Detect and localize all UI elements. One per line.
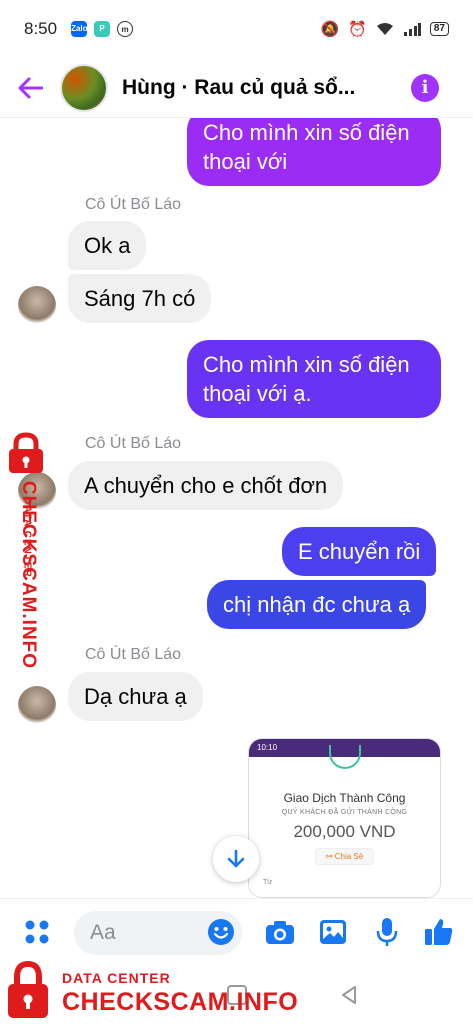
gallery-icon[interactable] (318, 917, 348, 947)
outgoing-message[interactable]: Cho mình xin số điện thoại với ạ. (187, 340, 441, 418)
share-icon: ⚯ (325, 852, 335, 861)
watermark-side-big: CHECKSCAM.INFO (18, 480, 39, 670)
app-icon: P (94, 21, 111, 37)
watermark-side: DATA CENTER CHECKSCAM.INFO (2, 432, 50, 672)
microphone-icon[interactable] (372, 917, 402, 947)
scroll-to-bottom-button[interactable] (213, 836, 259, 882)
battery-icon: 87 (429, 22, 449, 36)
back-triangle-icon[interactable] (338, 984, 360, 1006)
status-icons: 🔕 ⏰ 87 (320, 20, 449, 38)
status-bar: 8:50 Zalo P m 🔕 ⏰ 87 (0, 0, 473, 58)
status-time: 8:50 (24, 19, 58, 38)
conversation-title[interactable]: Hùng · Rau củ quả sổ... (122, 76, 372, 100)
receipt-time: 10:10 (257, 743, 278, 752)
receipt-success-graphic (329, 745, 361, 769)
contact-avatar[interactable] (60, 63, 108, 112)
outgoing-message[interactable]: Cho mình xin số điện thoại với (187, 118, 441, 186)
receipt-share: ⚯ Chia Sẻ (314, 848, 375, 865)
outgoing-message[interactable]: E chuyển rồi (282, 527, 437, 576)
sender-name: Cô Út Bố Láo (85, 435, 182, 452)
watermark-bottom-small: DATA CENTER (62, 970, 171, 986)
menu-dots-icon[interactable] (22, 917, 52, 947)
receipt-title: Giao Dịch Thành Công (283, 791, 406, 805)
incoming-message[interactable]: A chuyển cho e chốt đơn (68, 461, 344, 510)
like-thumb-icon[interactable] (424, 917, 454, 947)
camera-icon[interactable] (265, 917, 295, 947)
signal-icon (403, 23, 421, 36)
sender-name: Cô Út Bố Láo (85, 646, 182, 663)
incoming-message[interactable]: Ok a (68, 221, 147, 270)
info-icon[interactable]: i (411, 74, 439, 102)
receipt-subtitle: QUÝ KHÁCH ĐÃ GỬI THÀNH CÔNG (281, 809, 408, 816)
lock-icon (8, 960, 48, 1018)
messenger-app-icon: m (117, 21, 134, 37)
sender-name: Cô Út Bố Láo (85, 196, 182, 213)
peer-avatar[interactable] (18, 286, 56, 324)
incoming-message[interactable]: Dạ chưa ạ (68, 672, 203, 721)
wifi-icon (376, 23, 393, 35)
receipt-from-label: Từ (263, 879, 272, 886)
message-list[interactable]: Cho mình xin số điện thoại với Cô Út Bố … (0, 118, 473, 898)
arrow-down-icon (227, 849, 245, 868)
chat-header: Hùng · Rau củ quả sổ... i (0, 58, 473, 118)
receipt-amount: 200,000 VND (293, 822, 396, 841)
composer (0, 898, 473, 966)
back-arrow-icon[interactable] (0, 58, 60, 118)
alarm-icon: ⏰ (348, 21, 367, 38)
receipt-share-label: Chia Sẻ (334, 852, 364, 861)
watermark-bottom-big: CHECKSCAM.INFO (62, 988, 299, 1016)
emoji-icon[interactable] (206, 917, 236, 947)
receipt-image[interactable]: 10:10 Giao Dịch Thành Công QUÝ KHÁCH ĐÃ … (248, 738, 441, 898)
zalo-app-icon: Zalo (71, 21, 88, 37)
watermark-bottom: DATA CENTER CHECKSCAM.INFO (6, 958, 306, 1022)
incoming-message[interactable]: Sáng 7h có (68, 274, 212, 323)
outgoing-message[interactable]: chị nhận đc chưa ạ (207, 580, 427, 629)
receipt-body: Giao Dịch Thành Công QUÝ KHÁCH ĐÃ GỬI TH… (249, 745, 440, 897)
mute-icon: 🔕 (320, 21, 340, 38)
